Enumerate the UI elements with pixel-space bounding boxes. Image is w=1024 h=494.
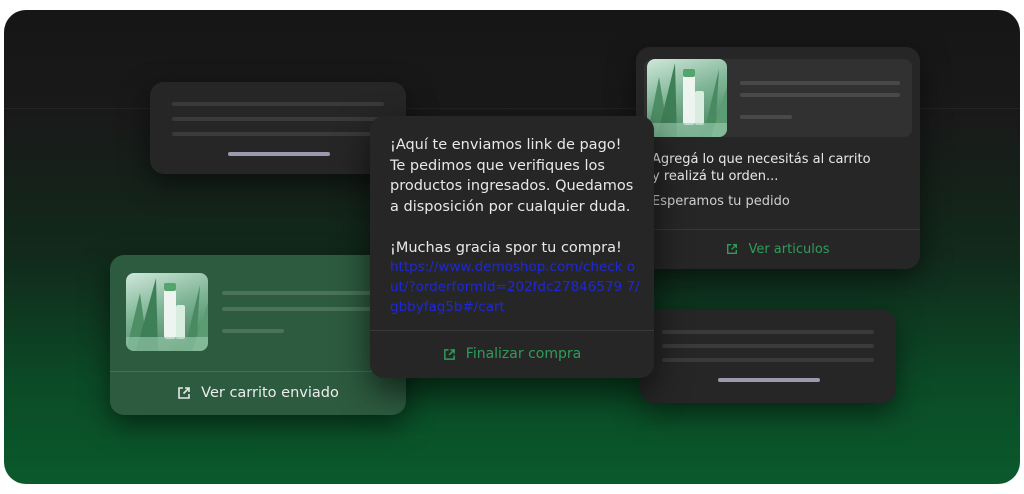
checkout-link[interactable]: https://www.demoshop.com/check out/?orde… xyxy=(390,257,640,317)
placeholder-line-highlight xyxy=(228,152,330,156)
placeholder-line xyxy=(662,344,874,348)
placeholder-card-top-left xyxy=(150,82,406,174)
placeholder-line xyxy=(222,291,382,295)
cart-sent-card: Ver carrito enviado xyxy=(110,255,406,415)
finish-purchase-button[interactable]: Finalizar compra xyxy=(370,330,654,378)
payment-message-card: ¡Aquí te enviamos link de pago! Te pedim… xyxy=(370,116,654,378)
placeholder-line xyxy=(222,307,382,311)
background-stage: Ver carrito enviado Agregá lo que necesi… xyxy=(4,10,1020,484)
view-articles-button[interactable]: Ver articulos xyxy=(636,229,920,269)
placeholder-card-bottom-right xyxy=(640,310,896,403)
product-thumbnail xyxy=(647,59,727,137)
aloe-product-image xyxy=(126,278,208,351)
placeholder-line xyxy=(740,81,900,85)
payment-message-text: ¡Aquí te enviamos link de pago! Te pedim… xyxy=(390,137,634,256)
articles-card: Agregá lo que necesitás al carrito y rea… xyxy=(636,47,920,269)
external-link-icon xyxy=(178,387,190,399)
external-link-icon xyxy=(727,244,738,254)
placeholder-line xyxy=(172,102,384,106)
placeholder-line xyxy=(740,93,900,97)
placeholder-line-highlight xyxy=(718,378,820,382)
placeholder-line xyxy=(662,358,874,362)
external-link-icon xyxy=(443,348,455,360)
placeholder-line xyxy=(172,117,384,121)
product-summary-box xyxy=(644,59,912,137)
view-sent-cart-label: Ver carrito enviado xyxy=(201,385,339,401)
view-articles-label: Ver articulos xyxy=(748,241,830,257)
aloe-product-image xyxy=(647,63,727,137)
placeholder-line xyxy=(740,115,792,119)
placeholder-line xyxy=(222,329,284,333)
finish-purchase-label: Finalizar compra xyxy=(465,346,582,362)
view-sent-cart-button[interactable]: Ver carrito enviado xyxy=(110,371,406,415)
articles-message: Agregá lo que necesitás al carrito y rea… xyxy=(652,152,871,184)
articles-subtext: Esperamos tu pedido xyxy=(652,194,790,209)
product-thumbnail xyxy=(126,273,208,351)
placeholder-line xyxy=(662,330,874,334)
placeholder-line xyxy=(172,132,384,136)
